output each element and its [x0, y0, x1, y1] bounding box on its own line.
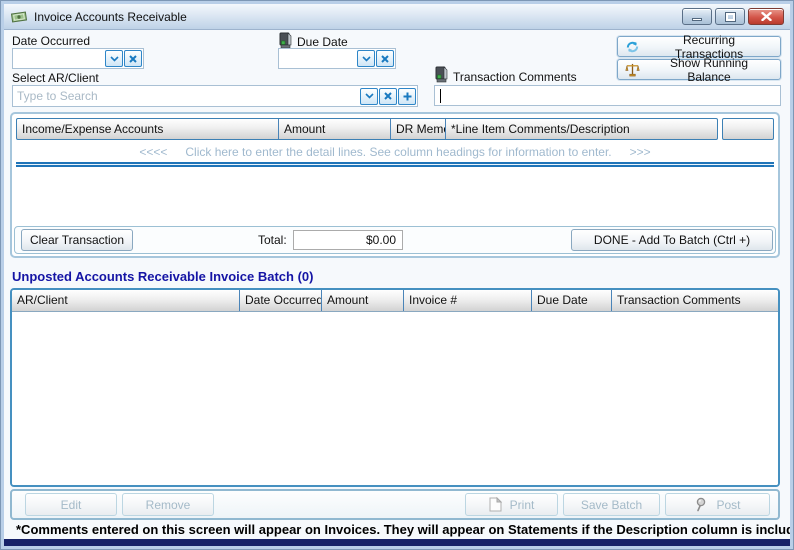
- save-batch-label: Save Batch: [581, 498, 642, 512]
- comments-footnote: *Comments entered on this screen will ap…: [16, 522, 794, 537]
- total-label: Total:: [258, 233, 287, 247]
- due-date-field[interactable]: [278, 48, 396, 69]
- window-controls: [682, 8, 784, 25]
- hint-text: Click here to enter the detail lines. Se…: [185, 145, 611, 159]
- ar-client-search-input[interactable]: [13, 88, 360, 105]
- chevron-down-icon: [365, 93, 374, 99]
- batch-table-body: [12, 312, 778, 487]
- date-occurred-label: Date Occurred: [12, 34, 90, 48]
- detail-footer-bar: Clear Transaction Total: $0.00 DONE - Ad…: [14, 226, 776, 254]
- date-occurred-input[interactable]: [13, 50, 105, 67]
- bottom-accent-strip: [4, 539, 790, 546]
- post-button[interactable]: Post: [665, 493, 770, 516]
- clear-x-icon: [381, 55, 389, 63]
- print-label: Print: [510, 498, 535, 512]
- batch-column-date-occurred: Date Occurred: [240, 290, 322, 311]
- column-header-income-expense-accounts: Income/Expense Accounts: [17, 119, 279, 139]
- post-magnifier-icon: [694, 497, 708, 512]
- edit-label: Edit: [61, 498, 82, 512]
- comment-stamp-icon: [434, 66, 449, 83]
- due-date-input[interactable]: [279, 50, 357, 67]
- post-label: Post: [716, 498, 740, 512]
- maximize-button[interactable]: [715, 8, 745, 25]
- titlebar[interactable]: Invoice Accounts Receivable: [4, 4, 790, 30]
- scales-icon: [625, 63, 640, 77]
- due-date-label: Due Date: [297, 35, 348, 49]
- select-ar-client-label: Select AR/Client: [12, 71, 99, 85]
- column-header-dr-memo: DR Memo: [391, 119, 446, 139]
- batch-table-header: AR/Client Date Occurred Amount Invoice #…: [12, 290, 778, 312]
- date-occurred-dropdown-button[interactable]: [105, 50, 123, 67]
- ar-client-field[interactable]: [12, 85, 418, 107]
- minimize-button[interactable]: [682, 8, 712, 25]
- column-header-amount: Amount: [279, 119, 391, 139]
- due-date-clear-button[interactable]: [376, 50, 394, 67]
- print-button[interactable]: Print: [465, 493, 558, 516]
- batch-action-bar: Edit Remove Print Save Batch: [10, 489, 780, 520]
- clear-x-icon: [129, 55, 137, 63]
- batch-column-amount: Amount: [322, 290, 404, 311]
- ar-client-clear-button[interactable]: [379, 88, 397, 105]
- edit-button[interactable]: Edit: [25, 493, 117, 516]
- transaction-comments-label: Transaction Comments: [453, 70, 577, 84]
- column-header-empty: [722, 118, 774, 140]
- add-plus-icon: [403, 92, 412, 101]
- grid-divider-line: [16, 162, 774, 167]
- date-stamp-icon: [278, 32, 293, 49]
- save-batch-button[interactable]: Save Batch: [563, 493, 660, 516]
- hint-left-arrows: <<<<: [139, 145, 167, 159]
- close-button[interactable]: [748, 8, 784, 25]
- text-caret: [440, 89, 441, 103]
- print-page-icon: [489, 497, 502, 512]
- ar-client-dropdown-button[interactable]: [360, 88, 378, 105]
- hint-right-arrows: >>>: [630, 145, 651, 159]
- date-occurred-field[interactable]: [12, 48, 144, 69]
- show-running-balance-button[interactable]: Show Running Balance: [617, 59, 781, 80]
- remove-label: Remove: [146, 498, 191, 512]
- transaction-comments-field[interactable]: [434, 85, 781, 106]
- transaction-comments-input[interactable]: [435, 87, 780, 104]
- batch-column-ar-client: AR/Client: [12, 290, 240, 311]
- column-header-line-item-comments: *Line Item Comments/Description: [446, 119, 717, 139]
- detail-grid-header: Income/Expense Accounts Amount DR Memo *…: [16, 118, 774, 140]
- due-date-dropdown-button[interactable]: [357, 50, 375, 67]
- detail-entry-hint-row[interactable]: <<<< Click here to enter the detail line…: [12, 145, 778, 159]
- window-title: Invoice Accounts Receivable: [34, 10, 187, 24]
- detail-entry-panel: Income/Expense Accounts Amount DR Memo *…: [10, 112, 780, 258]
- total-value-field: $0.00: [293, 230, 403, 250]
- remove-button[interactable]: Remove: [122, 493, 214, 516]
- batch-table: AR/Client Date Occurred Amount Invoice #…: [10, 288, 780, 487]
- client-area: Date Occurred Due Date: [4, 30, 790, 546]
- batch-column-transaction-comments: Transaction Comments: [612, 290, 778, 311]
- money-icon: [10, 10, 28, 24]
- minimize-icon: [692, 18, 702, 21]
- detail-grid-header-main: Income/Expense Accounts Amount DR Memo *…: [16, 118, 718, 140]
- close-icon: [761, 12, 772, 21]
- recurring-transactions-button[interactable]: Recurring Transactions: [617, 36, 781, 57]
- maximize-icon: [726, 13, 735, 21]
- clear-transaction-button[interactable]: Clear Transaction: [21, 229, 133, 251]
- batch-column-invoice-number: Invoice #: [404, 290, 532, 311]
- done-add-to-batch-button[interactable]: DONE - Add To Batch (Ctrl +): [571, 229, 773, 251]
- batch-heading: Unposted Accounts Receivable Invoice Bat…: [12, 269, 313, 284]
- chevron-down-icon: [362, 56, 371, 62]
- show-running-balance-label: Show Running Balance: [648, 56, 770, 84]
- invoice-ar-window: Invoice Accounts Receivable Date Occurre…: [0, 0, 794, 550]
- recurring-icon: [625, 40, 640, 54]
- date-occurred-clear-button[interactable]: [124, 50, 142, 67]
- batch-column-due-date: Due Date: [532, 290, 612, 311]
- chevron-down-icon: [110, 56, 119, 62]
- ar-client-add-button[interactable]: [398, 88, 416, 105]
- clear-x-icon: [384, 92, 392, 100]
